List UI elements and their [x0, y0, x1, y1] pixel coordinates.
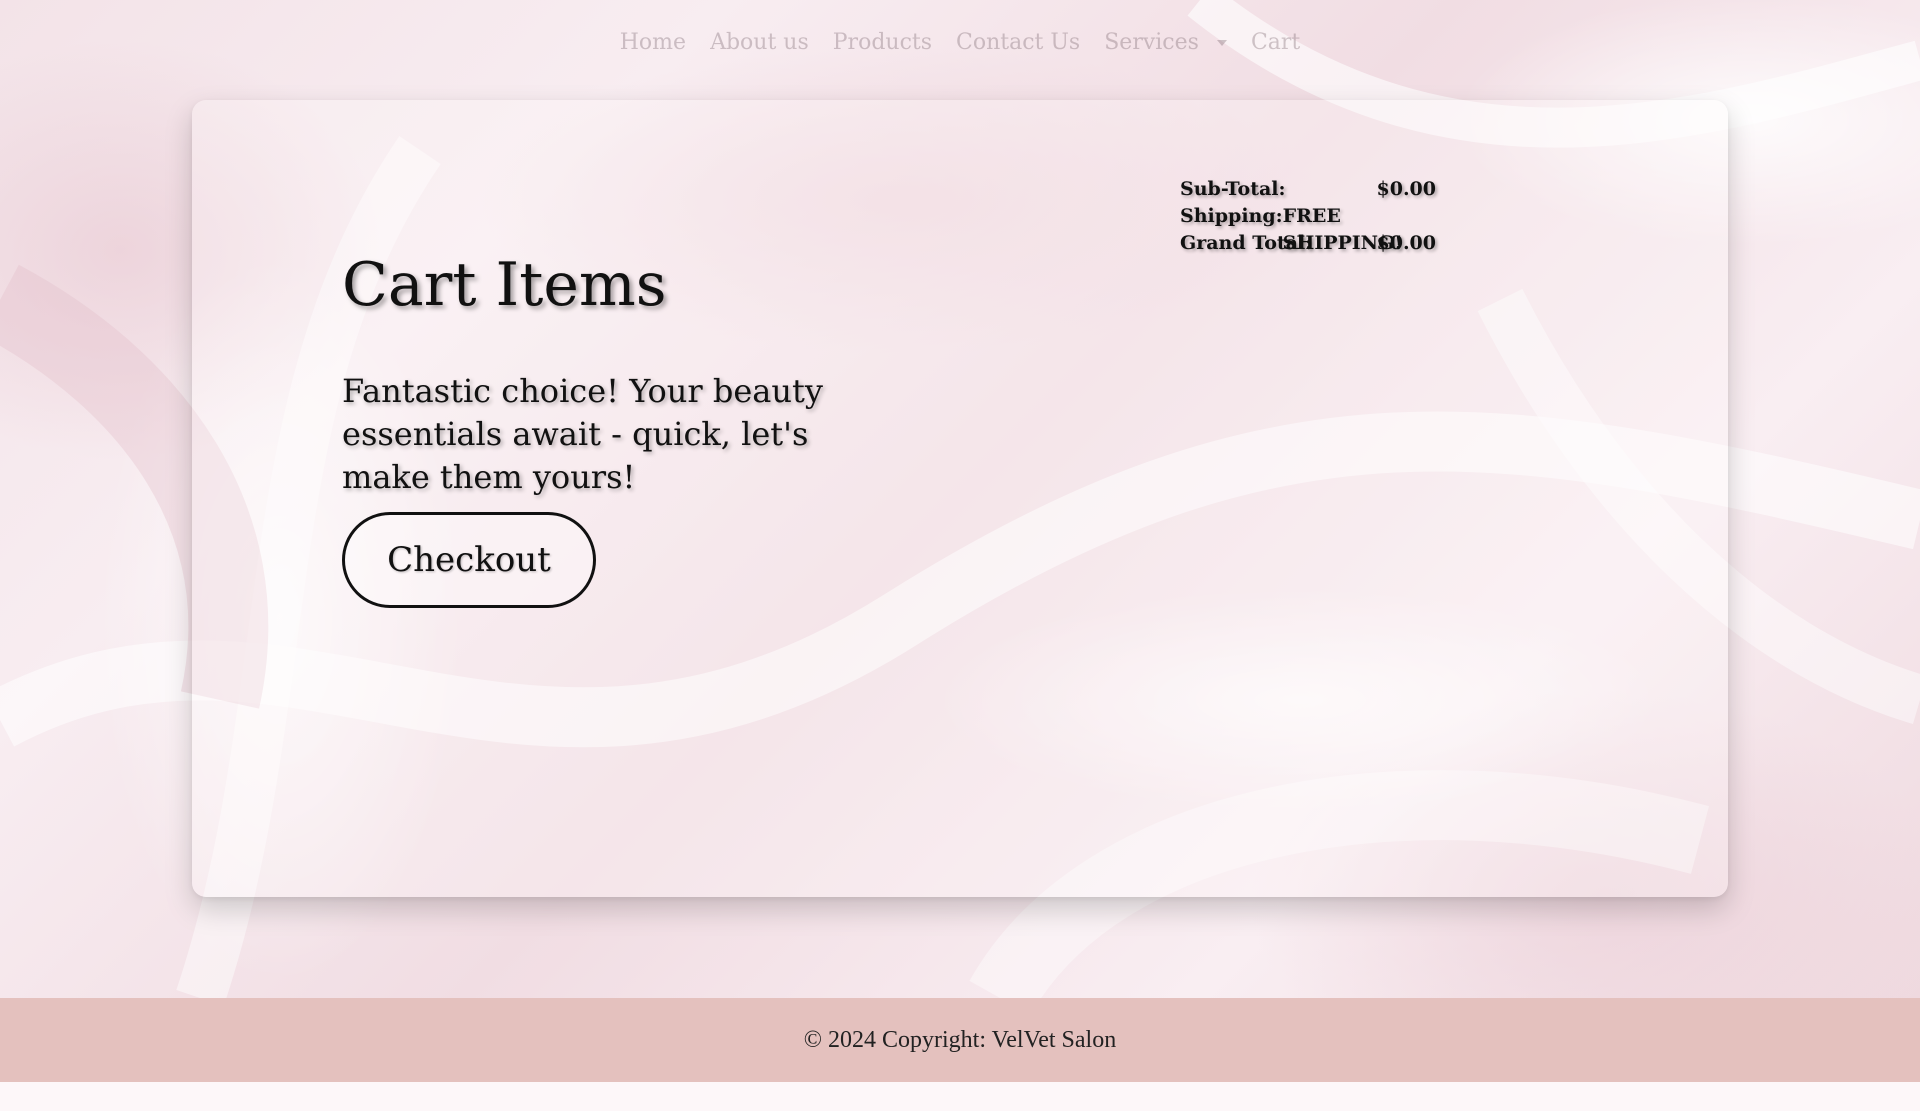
page-bottom — [0, 1082, 1920, 1111]
grand-total-row: Grand Total: $0.00 — [1180, 230, 1436, 257]
copyright-text: © 2024 Copyright: VelVet Salon — [803, 1026, 1117, 1053]
nav-cart-label: Cart — [1250, 30, 1301, 55]
page-title: Cart Items — [342, 250, 667, 320]
nav-cart-link[interactable]: Cart — [1239, 26, 1312, 59]
nav-about-label: About us — [710, 30, 809, 55]
nav-products-label: Products — [832, 30, 933, 55]
nav-home-label: Home — [619, 30, 687, 55]
cart-card: Cart Items Fantastic choice! Your beauty… — [192, 100, 1728, 897]
shipping-label: Shipping: — [1180, 205, 1283, 227]
top-navigation: Home About us Products Contact Us Servic… — [0, 26, 1920, 59]
chevron-down-icon — [1216, 39, 1227, 46]
subtotal-label: Sub-Total: — [1180, 178, 1286, 200]
nav-services-label: Services — [1104, 30, 1199, 55]
grand-total-label: Grand Total: — [1180, 232, 1313, 254]
shipping-value: FREE SHIPPING! — [1282, 205, 1403, 254]
subtotal-row: Sub-Total: $0.00 — [1180, 176, 1436, 203]
shipping-row: Shipping: FREE SHIPPING! — [1180, 203, 1436, 254]
nav-contact-link[interactable]: Contact Us — [944, 26, 1092, 59]
nav-products-link[interactable]: Products — [821, 26, 944, 59]
cart-message: Fantastic choice! Your beauty essentials… — [342, 372, 823, 496]
grand-total-value: $0.00 — [1376, 232, 1437, 254]
footer: © 2024 Copyright: VelVet Salon — [0, 998, 1920, 1082]
nav-contact-label: Contact Us — [956, 30, 1081, 55]
subtotal-value: $0.00 — [1376, 178, 1437, 200]
nav-services-dropdown[interactable]: Services — [1092, 26, 1239, 59]
order-summary: Sub-Total: $0.00 Shipping: FREE SHIPPING… — [1180, 176, 1436, 257]
checkout-button[interactable]: Checkout — [342, 512, 596, 608]
nav-home-link[interactable]: Home — [608, 26, 698, 59]
nav-about-link[interactable]: About us — [698, 26, 821, 59]
